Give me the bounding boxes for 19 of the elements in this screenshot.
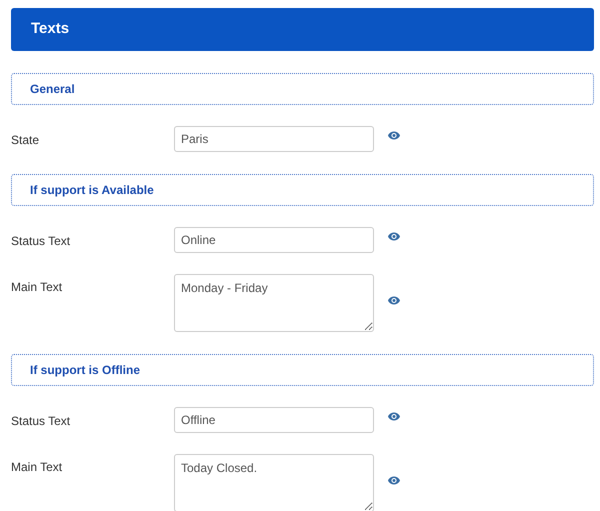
field-label: State <box>11 132 40 149</box>
header-title: Texts <box>31 19 70 40</box>
text-field[interactable]: Online <box>174 227 374 253</box>
text-area[interactable]: Monday - Friday <box>174 274 374 332</box>
eye-icon[interactable] <box>388 412 400 421</box>
field-label: Status Text <box>11 233 72 250</box>
eye-icon[interactable] <box>388 296 400 305</box>
text-field[interactable]: Offline <box>174 407 374 433</box>
field-label: Main Text <box>11 459 64 476</box>
section-title: If support is Offline <box>30 362 140 379</box>
section-title: If support is Available <box>30 182 154 199</box>
eye-icon[interactable] <box>388 131 400 140</box>
eye-icon[interactable] <box>388 476 400 485</box>
eye-icon[interactable] <box>388 232 400 241</box>
section-title: General <box>30 81 75 98</box>
text-field[interactable]: Paris <box>174 126 374 152</box>
field-label: Main Text <box>11 279 64 296</box>
text-area[interactable]: Today Closed. <box>174 454 374 511</box>
field-label: Status Text <box>11 413 72 430</box>
